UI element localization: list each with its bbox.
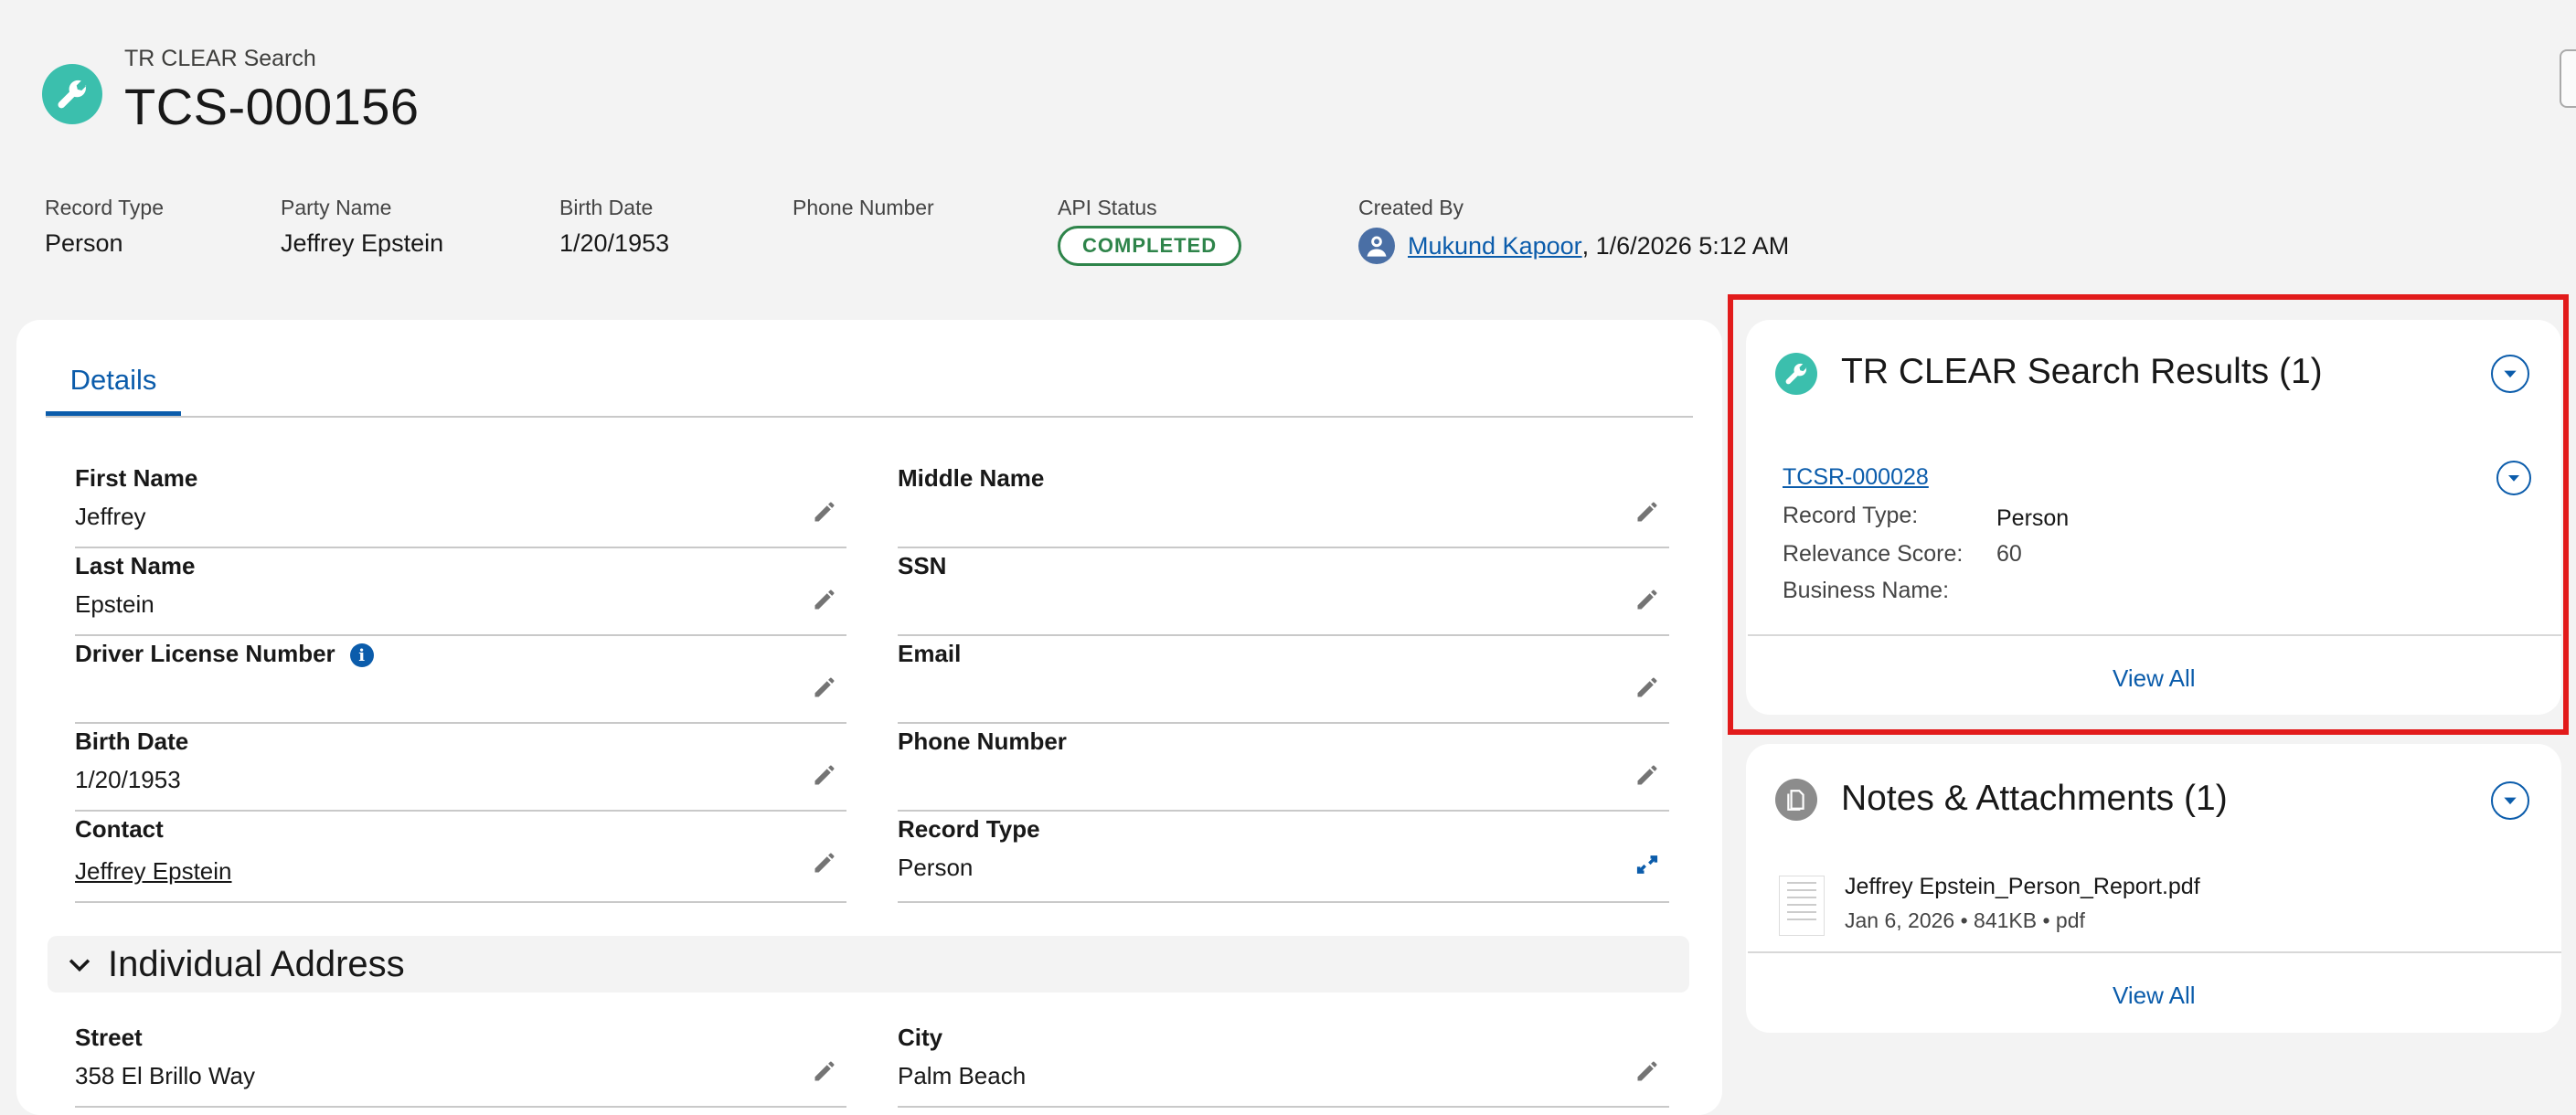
field-record-type: Record Type Person (898, 813, 1669, 903)
field-street: Street 358 El Brillo Way (75, 1022, 846, 1108)
field-label: First Name (75, 464, 198, 492)
contact-link[interactable]: Jeffrey Epstein (75, 857, 232, 886)
result-relevance-value: 60 (1996, 541, 2022, 567)
field-value: Palm Beach (898, 1062, 1027, 1089)
field-last-name: Last Name Epstein (75, 550, 846, 636)
result-row-menu-button[interactable] (2496, 461, 2531, 495)
field-value: Person (898, 854, 974, 881)
pencil-edit-icon[interactable] (812, 674, 837, 700)
field-value: 358 El Brillo Way (75, 1062, 255, 1089)
result-business-label: Business Name: (1783, 578, 1950, 603)
header-field-api-status: API Status COMPLETED (1058, 196, 1242, 266)
field-label: Street (75, 1024, 143, 1051)
pencil-edit-icon[interactable] (812, 499, 837, 525)
header-field-created-by: Created By Mukund Kapoor , 1/6/2026 5:12… (1358, 196, 1789, 264)
field-label: Phone Number (898, 727, 1067, 755)
field-city: City Palm Beach (898, 1022, 1669, 1108)
field-middle-name: Middle Name (898, 462, 1669, 548)
field-label: Email (898, 640, 962, 667)
section-header-individual-address[interactable]: Individual Address (48, 936, 1689, 993)
field-driver-license: Driver License Number i (75, 638, 846, 724)
result-record-link[interactable]: TCSR-000028 (1783, 464, 1929, 491)
field-birth-date: Birth Date 1/20/1953 (75, 726, 846, 812)
pencil-edit-icon[interactable] (812, 587, 837, 612)
notes-object-icon (1775, 779, 1817, 821)
result-relevance-label: Relevance Score: (1783, 541, 1964, 567)
created-timestamp: , 1/6/2026 5:12 AM (1581, 231, 1790, 260)
wrench-icon (58, 80, 87, 109)
field-ssn: SSN (898, 550, 1669, 636)
field-label: City (898, 1024, 943, 1051)
header-field-birth-date: Birth Date 1/20/1953 (559, 196, 669, 258)
caret-down-icon (2504, 370, 2517, 378)
pencil-edit-icon[interactable] (812, 762, 837, 788)
caret-down-icon (2508, 475, 2519, 482)
object-type-label: TR CLEAR Search (124, 46, 316, 71)
field-first-name: First Name Jeffrey (75, 462, 846, 548)
record-object-icon (42, 64, 102, 124)
avatar (1358, 228, 1395, 264)
field-label: Middle Name (898, 464, 1045, 492)
pencil-edit-icon[interactable] (1634, 674, 1660, 700)
status-badge: COMPLETED (1058, 226, 1242, 266)
result-record-type-value: Person (1996, 505, 2070, 531)
pdf-thumbnail-icon[interactable] (1779, 876, 1825, 936)
field-label: Driver License Number i (75, 640, 374, 668)
field-label: API Status (1058, 196, 1157, 219)
pencil-edit-icon[interactable] (1634, 587, 1660, 612)
field-phone-number: Phone Number (898, 726, 1669, 812)
search-results-title[interactable]: TR CLEAR Search Results (1) (1841, 352, 2323, 392)
attachment-file-link[interactable]: Jeffrey Epstein_Person_Report.pdf (1845, 874, 2200, 900)
field-label: Phone Number (793, 196, 934, 219)
notes-title[interactable]: Notes & Attachments (1) (1841, 779, 2228, 819)
header-field-party-name: Party Name Jeffrey Epstein (281, 196, 443, 258)
user-avatar-icon (1367, 236, 1387, 257)
tab-divider (46, 416, 1693, 418)
attachment-meta: Jan 6, 2026 • 841KB • pdf (1845, 908, 2085, 932)
field-contact: Contact Jeffrey Epstein (75, 813, 846, 903)
created-by-user-link[interactable]: Mukund Kapoor (1408, 232, 1582, 260)
field-value: 1/20/1953 (559, 229, 670, 257)
field-email: Email (898, 638, 1669, 724)
field-label: Birth Date (75, 727, 189, 755)
pencil-edit-icon[interactable] (1634, 499, 1660, 525)
info-icon[interactable]: i (349, 643, 374, 668)
document-icon (1787, 790, 1804, 811)
header-field-record-type: Record Type Person (45, 196, 164, 258)
tab-details[interactable]: Details (46, 362, 181, 417)
field-label: Record Type (45, 196, 164, 219)
field-value: Person (45, 229, 123, 257)
section-title: Individual Address (108, 943, 405, 984)
search-results-object-icon (1775, 353, 1817, 395)
field-value: Jeffrey (75, 503, 146, 530)
field-value: 1/20/1953 (75, 766, 181, 793)
field-label: Last Name (75, 552, 196, 579)
field-label: Party Name (281, 196, 392, 219)
change-record-type-icon[interactable] (1634, 852, 1660, 877)
field-label: Contact (75, 815, 164, 843)
card-divider (1748, 634, 2561, 636)
pencil-edit-icon[interactable] (812, 850, 837, 876)
search-results-view-all-link[interactable]: View All (2113, 664, 2196, 693)
notes-menu-button[interactable] (2491, 781, 2529, 820)
field-label: Record Type (898, 815, 1040, 843)
caret-down-icon (2504, 797, 2517, 805)
pencil-edit-icon[interactable] (1634, 762, 1660, 788)
page-title: TCS-000156 (124, 78, 420, 135)
result-record-type-label: Record Type: (1783, 503, 1919, 528)
pencil-edit-icon[interactable] (812, 1058, 837, 1084)
header-field-phone-number: Phone Number (793, 196, 934, 229)
field-label: SSN (898, 552, 947, 579)
wrench-icon (1785, 363, 1807, 385)
chevron-down-icon (69, 959, 90, 972)
notes-view-all-link[interactable]: View All (2113, 982, 2196, 1010)
field-label: Created By (1358, 196, 1464, 219)
card-divider (1748, 951, 2561, 953)
field-value: Jeffrey Epstein (281, 229, 444, 257)
pencil-edit-icon[interactable] (1634, 1058, 1660, 1084)
field-value: Epstein (75, 590, 154, 618)
search-results-menu-button[interactable] (2491, 355, 2529, 393)
utility-panel-tab[interactable] (2560, 49, 2576, 108)
field-label: Birth Date (559, 196, 654, 219)
